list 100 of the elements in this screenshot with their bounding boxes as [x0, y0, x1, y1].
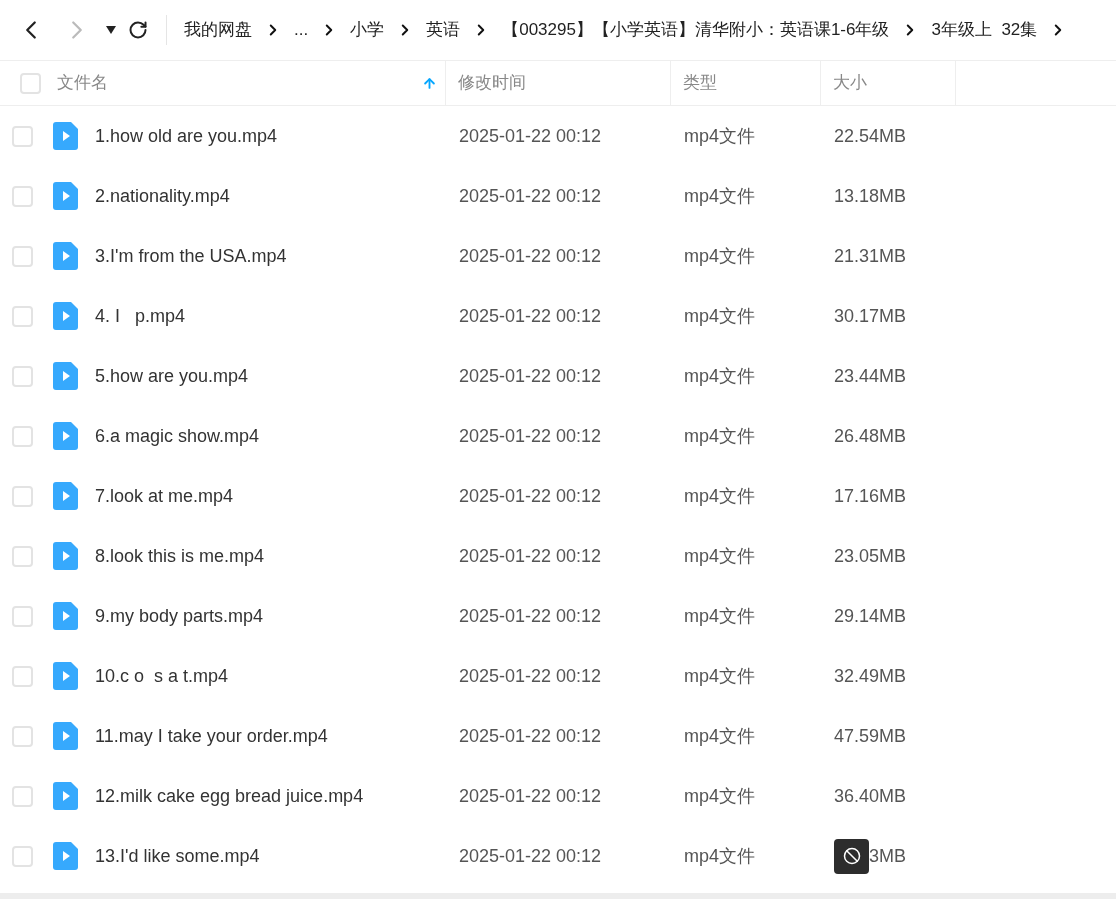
file-type: mp4文件 — [683, 544, 756, 568]
video-file-icon — [53, 662, 78, 690]
video-file-icon — [53, 542, 78, 570]
checkbox[interactable] — [12, 305, 33, 327]
file-name: 4. I p.mp4 — [95, 304, 186, 328]
breadcrumb-link[interactable]: 英语 — [426, 17, 461, 43]
file-name: 2.nationality.mp4 — [95, 184, 230, 208]
file-type: mp4文件 — [683, 304, 756, 328]
file-size: 3MB — [869, 844, 906, 868]
file-size: 30.17MB — [834, 304, 907, 328]
breadcrumb-link[interactable]: 【003295】【小学英语】清华附小：英语课1-6年级 — [502, 17, 890, 43]
file-type: mp4文件 — [683, 604, 756, 628]
modified-time: 2025-01-22 00:12 — [458, 784, 603, 808]
modified-time: 2025-01-22 00:12 — [458, 304, 603, 328]
video-file-icon — [53, 722, 78, 750]
file-type: mp4文件 — [683, 244, 756, 268]
column-header[interactable]: 修改时间 — [446, 61, 671, 105]
file-size: 47.59MB — [834, 724, 907, 748]
modified-time: 2025-01-22 00:12 — [458, 184, 603, 208]
file-row[interactable]: 9.my body parts.mp4 2025-01-22 00:12 mp4文件 29.14MB — [0, 586, 1116, 646]
file-name: 11.may I take your order.mp4 — [95, 724, 328, 748]
file-type: mp4文件 — [683, 124, 756, 148]
file-size: 29.14MB — [834, 604, 907, 628]
file-row[interactable]: 8.look this is me.mp4 2025-01-22 00:12 mp4文件 23.05MB — [0, 526, 1116, 586]
file-row[interactable]: 7.look at me.mp4 2025-01-22 00:12 mp4文件 17.16MB — [0, 466, 1116, 526]
column-header[interactable]: 文件名 — [0, 61, 446, 105]
file-row[interactable]: 5.how are you.mp4 2025-01-22 00:12 mp4文件 23.44MB — [0, 346, 1116, 406]
modified-time: 2025-01-22 00:12 — [458, 364, 603, 388]
file-type: mp4文件 — [683, 424, 756, 448]
file-name: 5.how are you.mp4 — [95, 364, 249, 388]
file-row[interactable]: 10.c o s a t.mp4 2025-01-22 00:12 mp4文件 32.49MB — [0, 646, 1116, 706]
file-type: mp4文件 — [683, 784, 756, 808]
file-row[interactable]: 1.how old are you.mp4 2025-01-22 00:12 mp4文件 22.54MB — [0, 106, 1116, 166]
file-name: 7.look at me.mp4 — [95, 484, 234, 508]
file-row[interactable]: 3.I'm from the USA.mp4 2025-01-22 00:12 mp4文件 21.31MB — [0, 226, 1116, 286]
checkbox[interactable] — [12, 545, 33, 567]
file-size: 21.31MB — [834, 244, 907, 268]
file-type: mp4文件 — [683, 364, 756, 388]
checkbox[interactable] — [12, 665, 33, 687]
video-file-icon — [53, 302, 78, 330]
file-row[interactable]: 4. I p.mp4 2025-01-22 00:12 mp4文件 30.17MB — [0, 286, 1116, 346]
modified-time: 2025-01-22 00:12 — [458, 604, 603, 628]
checkbox[interactable] — [12, 785, 33, 807]
file-name: 10.c o s a t.mp4 — [95, 664, 229, 688]
file-size: 23.44MB — [834, 364, 907, 388]
checkbox[interactable] — [12, 365, 33, 387]
video-file-icon — [53, 842, 78, 870]
file-name: 8.look this is me.mp4 — [95, 544, 265, 568]
modified-time: 2025-01-22 00:12 — [458, 244, 603, 268]
file-row[interactable]: 13.I'd like some.mp4 2025-01-22 00:12 mp4文件 3MB — [0, 826, 1116, 886]
checkbox[interactable] — [20, 72, 41, 94]
file-size: 32.49MB — [834, 664, 907, 688]
file-type: mp4文件 — [683, 184, 756, 208]
video-file-icon — [53, 182, 78, 210]
file-name: 6.a magic show.mp4 — [95, 424, 260, 448]
checkbox[interactable] — [12, 425, 33, 447]
checkbox[interactable] — [12, 485, 33, 507]
file-row[interactable]: 11.may I take your order.mp4 2025-01-22 00:12 mp4文件 47.59MB — [0, 706, 1116, 766]
checkbox[interactable] — [12, 125, 33, 147]
checkbox[interactable] — [12, 605, 33, 627]
column-header[interactable]: 大小 — [821, 61, 956, 105]
file-row[interactable]: 6.a magic show.mp4 2025-01-22 00:12 mp4文件 26.48MB — [0, 406, 1116, 466]
file-size: 22.54MB — [834, 124, 907, 148]
video-file-icon — [53, 782, 78, 810]
file-name: 9.my body parts.mp4 — [95, 604, 264, 628]
refresh-button[interactable] — [128, 20, 148, 40]
breadcrumb-link[interactable]: ... — [294, 17, 309, 43]
file-type: mp4文件 — [683, 484, 756, 508]
video-file-icon — [53, 242, 78, 270]
file-type: mp4文件 — [683, 844, 756, 868]
caret-icon[interactable] — [106, 26, 116, 34]
modified-time: 2025-01-22 00:12 — [458, 124, 603, 148]
file-size: 13.18MB — [834, 184, 907, 208]
breadcrumb-link[interactable]: 3年级上 32集 — [931, 17, 1038, 43]
file-name: 1.how old are you.mp4 — [95, 124, 278, 148]
file-type: mp4文件 — [683, 664, 756, 688]
checkbox[interactable] — [12, 185, 33, 207]
video-file-icon — [53, 362, 78, 390]
breadcrumb-link[interactable]: 我的网盘 — [184, 17, 252, 43]
video-file-icon — [53, 122, 78, 150]
modified-time: 2025-01-22 00:12 — [458, 664, 603, 688]
file-name: 3.I'm from the USA.mp4 — [95, 244, 287, 268]
column-header[interactable]: 类型 — [671, 61, 821, 105]
file-name: 13.I'd like some.mp4 — [95, 844, 260, 868]
modified-time: 2025-01-22 00:12 — [458, 724, 603, 748]
file-name: 12.milk cake egg bread juice.mp4 — [95, 784, 364, 808]
file-row[interactable]: 2.nationality.mp4 2025-01-22 00:12 mp4文件 13.18MB — [0, 166, 1116, 226]
file-row[interactable]: 12.milk cake egg bread juice.mp4 2025-01-22 00:12 mp4文件 36.40MB — [0, 766, 1116, 826]
modified-time: 2025-01-22 00:12 — [458, 844, 603, 868]
modified-time: 2025-01-22 00:12 — [458, 484, 603, 508]
checkbox[interactable] — [12, 845, 33, 867]
modified-time: 2025-01-22 00:12 — [458, 424, 603, 448]
file-type: mp4文件 — [683, 724, 756, 748]
checkbox[interactable] — [12, 245, 33, 267]
video-file-icon — [53, 422, 78, 450]
checkbox[interactable] — [12, 725, 33, 747]
modified-time: 2025-01-22 00:12 — [458, 544, 603, 568]
file-size: 36.40MB — [834, 784, 907, 808]
file-size: 17.16MB — [834, 484, 907, 508]
breadcrumb-link[interactable]: 小学 — [350, 17, 385, 43]
